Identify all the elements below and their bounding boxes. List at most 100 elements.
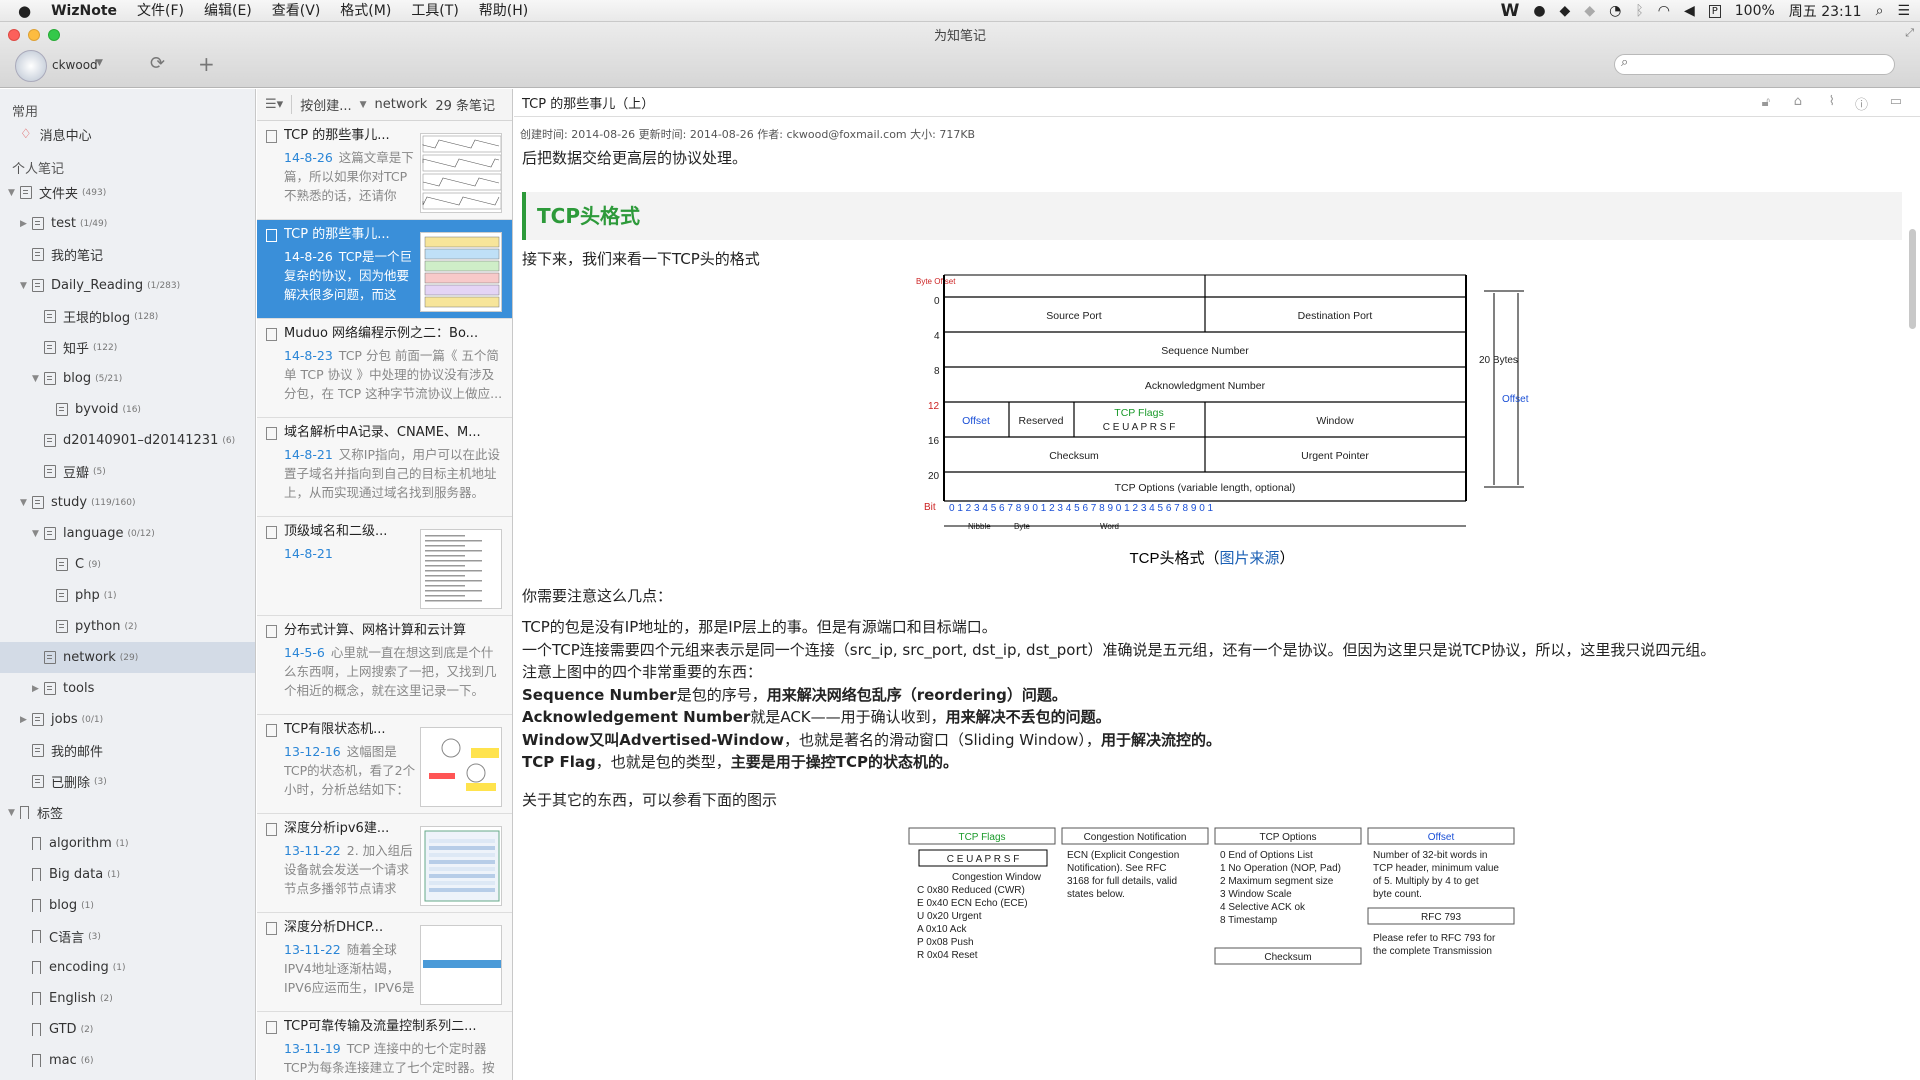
note-card[interactable]: 深度分析DHCP... 13-11-22 随着全球IPV4地址逐渐枯竭，IPV6应运…	[257, 913, 512, 1012]
chevron-down-icon[interactable]: ▼	[8, 808, 20, 818]
chat-icon[interactable]: ◆	[1560, 3, 1571, 19]
sidebar-item[interactable]: python (2)	[0, 611, 255, 642]
volume-icon[interactable]: ◀	[1684, 3, 1695, 19]
battery-text[interactable]: 100%	[1735, 3, 1775, 19]
menu-file[interactable]: 文件(F)	[127, 0, 194, 22]
note-card[interactable]: TCP 的那些事儿... 14-8-26 TCP是一个巨复杂的协议，因为他要解决很多…	[257, 220, 512, 319]
time-machine-icon[interactable]: ◔	[1609, 3, 1621, 19]
sidebar-item[interactable]: ▼ blog (5/21)	[0, 363, 255, 394]
sidebar-item[interactable]: byvoid (16)	[0, 394, 255, 425]
note-card[interactable]: 顶级域名和二级... 14-8-21	[257, 517, 512, 616]
wifi-icon[interactable]: ◠	[1658, 3, 1670, 19]
notification-center-icon[interactable]: ☰	[1897, 3, 1910, 19]
sidebar-item[interactable]: ▼ 文件夹 (493)	[0, 177, 255, 208]
menu-help[interactable]: 帮助(H)	[469, 0, 538, 22]
sidebar-item[interactable]: d20140901–d20141231 (6)	[0, 425, 255, 456]
menu-tools[interactable]: 工具(T)	[401, 0, 468, 22]
menu-app-name[interactable]: WizNote	[41, 0, 127, 22]
note-card[interactable]: 深度分析ipv6建... 13-11-22 2. 加入组后设备就会发送一个请求节点多…	[257, 814, 512, 913]
sidebar-item[interactable]: blog (1)	[0, 890, 255, 921]
sidebar-item[interactable]: network (29)	[0, 642, 255, 673]
apple-icon[interactable]: ●	[0, 0, 41, 22]
scrollbar[interactable]	[1909, 229, 1916, 329]
sidebar-item[interactable]: algorithm (1)	[0, 828, 255, 859]
sidebar-item[interactable]: ▶ tools	[0, 673, 255, 704]
sidebar-item-count: (493)	[82, 187, 107, 198]
legend-offset-text: Number of 32-bit words in	[1373, 850, 1488, 861]
chevron-down-icon[interactable]: ▼	[32, 374, 44, 384]
bluetooth-icon[interactable]: ᛒ	[1635, 3, 1643, 19]
sidebar-item-label: network	[63, 650, 116, 665]
note-card-title: TCP可靠传输及流量控制系列二...	[284, 1019, 477, 1034]
sidebar-item[interactable]: ▼ Daily_Reading (1/283)	[0, 270, 255, 301]
search-input[interactable]: ⌕	[1614, 54, 1895, 75]
spotlight-icon[interactable]: ⌕	[1876, 3, 1884, 19]
note-thumbnail	[420, 925, 502, 1005]
clock[interactable]: 周五 23:11	[1789, 1, 1862, 21]
sidebar-item[interactable]: Big data (1)	[0, 859, 255, 890]
diagram-urgent-pointer: Urgent Pointer	[1301, 450, 1369, 462]
sidebar-item[interactable]: 豆瓣 (5)	[0, 456, 255, 487]
bell-icon[interactable]: ◆	[1584, 3, 1595, 19]
note-card[interactable]: 域名解析中A记录、CNAME、M... 14-8-21 又称IP指向，用户可以在此设…	[257, 418, 512, 517]
sidebar-item[interactable]: ▼ language (0/12)	[0, 518, 255, 549]
wiznote-status-icon[interactable]: W	[1501, 1, 1520, 21]
input-method-icon[interactable]: P	[1708, 4, 1721, 18]
user-dropdown-icon[interactable]: ▼	[96, 58, 103, 68]
view-mode-icon[interactable]: ☰▾	[265, 97, 283, 112]
fullscreen-icon[interactable]: ⤢	[1905, 26, 1914, 40]
sidebar-item[interactable]: ▼ study (119/160)	[0, 487, 255, 518]
sidebar-item[interactable]: ▼ 标签	[0, 797, 255, 828]
info-icon[interactable]: ⓘ	[1855, 94, 1868, 113]
note-card[interactable]: TCP有限状态机... 13-12-16 这幅图是TCP的状态机，看了2个小时，分析…	[257, 715, 512, 814]
sidebar-item-label: GTD	[49, 1022, 77, 1037]
chevron-down-icon[interactable]: ▼	[20, 281, 32, 291]
qq-icon[interactable]: ●	[1533, 3, 1545, 19]
folder-icon	[44, 527, 56, 540]
sidebar-item[interactable]: 我的邮件	[0, 735, 255, 766]
chevron-right-icon[interactable]: ▶	[32, 684, 44, 694]
sidebar-item[interactable]: ▶ jobs (0/1)	[0, 704, 255, 735]
sidebar-item-count: (2)	[124, 621, 138, 632]
lock-icon[interactable]: 🔓︎	[1762, 95, 1770, 110]
chevron-right-icon[interactable]: ▶	[20, 715, 32, 725]
note-card[interactable]: 分布式计算、网格计算和云计算 14-5-6 心里就一直在想这到底是个什么东西啊，上网…	[257, 616, 512, 715]
comment-icon[interactable]: ▭	[1890, 94, 1902, 109]
sidebar-item[interactable]: encoding (1)	[0, 952, 255, 983]
sidebar-item[interactable]: C语言 (3)	[0, 921, 255, 952]
bookmark-icon[interactable]: ⌂	[1794, 94, 1802, 109]
chevron-down-icon[interactable]: ▼	[20, 498, 32, 508]
sidebar-item-label: C语言	[49, 931, 85, 946]
user-name[interactable]: ckwood	[52, 58, 98, 72]
menu-format[interactable]: 格式(M)	[330, 0, 401, 22]
diagram-options: TCP Options (variable length, optional)	[1115, 482, 1296, 494]
sidebar-item[interactable]: GTD (2)	[0, 1014, 255, 1045]
chevron-right-icon[interactable]: ▶	[20, 219, 32, 229]
sort-dropdown-arrow-icon[interactable]: ▼	[360, 100, 367, 110]
new-note-icon[interactable]: +	[198, 52, 215, 76]
legend-rfc-text: Please refer to RFC 793 for	[1373, 933, 1496, 944]
sidebar-item[interactable]: English (2)	[0, 983, 255, 1014]
sidebar-item[interactable]: php (1)	[0, 580, 255, 611]
chevron-down-icon[interactable]: ▼	[8, 188, 20, 198]
sidebar-item[interactable]: ▶ test (1/49)	[0, 208, 255, 239]
sidebar-item[interactable]: 我的笔记	[0, 239, 255, 270]
note-card[interactable]: Muduo 网络编程示例之二：Bo... 14-8-23 TCP 分包 前面一篇《 …	[257, 319, 512, 418]
sort-dropdown[interactable]: 按创建...	[291, 95, 352, 114]
sidebar-item[interactable]: C (9)	[0, 549, 255, 580]
sidebar-item[interactable]: 已删除 (3)	[0, 766, 255, 797]
attachment-icon[interactable]: ⌇	[1829, 94, 1835, 109]
sync-icon[interactable]: ⟳	[150, 53, 165, 74]
sidebar-item[interactable]: 王垠的blog (128)	[0, 301, 255, 332]
sidebar-item[interactable]: 知乎 (122)	[0, 332, 255, 363]
note-card[interactable]: TCP 的那些事儿... 14-8-26 这篇文章是下篇，所以如果你对TCP不熟悉的…	[257, 121, 512, 220]
avatar[interactable]	[15, 50, 47, 82]
sidebar-item[interactable]: mac (6)	[0, 1045, 255, 1076]
menu-view[interactable]: 查看(V)	[262, 0, 331, 22]
note-card-snippet: 13-11-19 TCP 连接中的七个定时器 TCP为每条连接建立了七个定时器。按…	[284, 1039, 504, 1080]
note-card[interactable]: TCP可靠传输及流量控制系列二... 13-11-19 TCP 连接中的七个定时器 …	[257, 1012, 512, 1080]
chevron-down-icon[interactable]: ▼	[32, 529, 44, 539]
menu-edit[interactable]: 编辑(E)	[194, 0, 262, 22]
sidebar-item-message-center[interactable]: ♢ 消息中心	[0, 120, 255, 148]
sidebar-item-count: (0/12)	[127, 528, 155, 539]
